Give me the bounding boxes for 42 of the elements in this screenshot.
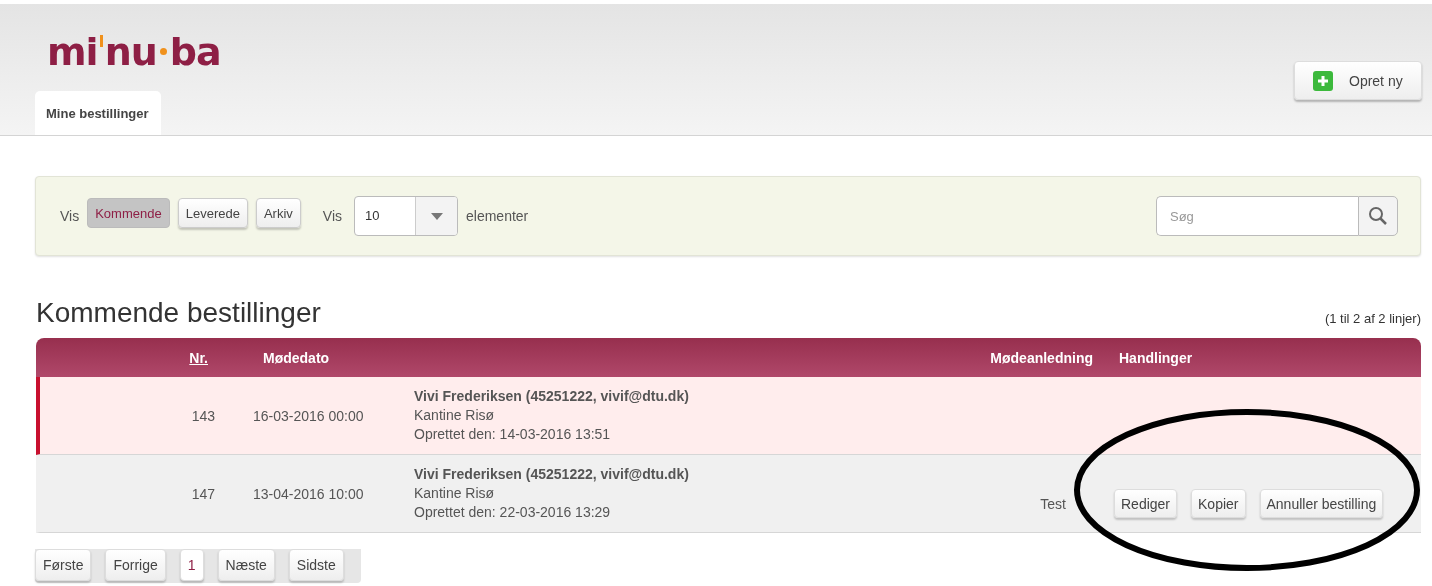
created-text: Oprettet den: 14-03-2016 13:51	[414, 426, 612, 443]
created-text: Oprettet den: 22-03-2016 13:29	[414, 504, 612, 521]
search-icon	[1368, 206, 1388, 226]
contact-text: Vivi Frederiksen (45251222, vivif@dtu.dk)	[414, 388, 690, 405]
filter-toggle[interactable]: Leverede	[177, 198, 248, 228]
search-button[interactable]	[1358, 196, 1398, 236]
table-cell-text: 143	[190, 407, 216, 424]
page-button[interactable]: Sidste	[288, 549, 344, 581]
table-cell-text: 16-03-2016 00:00	[252, 407, 365, 424]
column-header: Handlinger	[1118, 349, 1194, 366]
page-size-select[interactable]: 10	[354, 196, 458, 236]
action-button[interactable]: Annuller bestilling	[1259, 489, 1384, 518]
search-field[interactable]: Søg	[1156, 196, 1358, 236]
table-cell-text: 147	[190, 485, 216, 502]
location-text: Kantine Risø	[414, 485, 496, 502]
page-button[interactable]: Første	[35, 549, 92, 581]
table-row[interactable]: 147 13-04-2016 10:00 Vivi Frederiksen (45251222, vivif@dtu.dk) Kantine Risø Oprettet den: 22-03-2016 13:29 Test Rediger Kopier Annuller bestilling	[36, 455, 1421, 533]
table-cell: Test	[1040, 495, 1066, 512]
filter-toggle[interactable]: Kommende	[87, 198, 170, 228]
location-text: Kantine Risø	[414, 407, 496, 424]
column-header: Mødedato	[262, 349, 331, 366]
table-cell-text: 13-04-2016 10:00	[252, 485, 365, 502]
logo: mi nu ba	[47, 30, 221, 74]
action-button[interactable]: Kopier	[1191, 489, 1246, 518]
caret-icon	[430, 212, 443, 220]
column-header: Mødeanledning	[989, 349, 1094, 366]
page-button[interactable]: 1	[179, 549, 204, 581]
plus-icon	[1313, 70, 1333, 91]
page-size-suffix: elementer	[466, 208, 529, 224]
section-title: Kommende bestillinger	[36, 296, 321, 330]
page-button[interactable]: Næste	[217, 549, 275, 581]
row-count: (1 til 2 af 2 linjer)	[1324, 311, 1421, 326]
table-row[interactable]: 143 16-03-2016 00:00 Vivi Frederiksen (45251222, vivif@dtu.dk) Kantine Risø Oprettet den: 14-03-2016 13:51	[36, 377, 1421, 455]
contact-text: Vivi Frederiksen (45251222, vivif@dtu.dk)	[414, 466, 690, 483]
page-size-label: Vis	[322, 208, 342, 224]
action-button[interactable]: Rediger	[1114, 489, 1178, 518]
page-button[interactable]: Forrige	[105, 549, 166, 581]
create-button[interactable]: Opret ny	[1294, 61, 1422, 100]
column-header[interactable]: Nr.	[36, 349, 221, 366]
tab[interactable]: Mine bestillinger	[35, 91, 161, 135]
filter-label: Vis	[60, 208, 80, 224]
filter-toggle[interactable]: Arkiv	[255, 198, 301, 228]
